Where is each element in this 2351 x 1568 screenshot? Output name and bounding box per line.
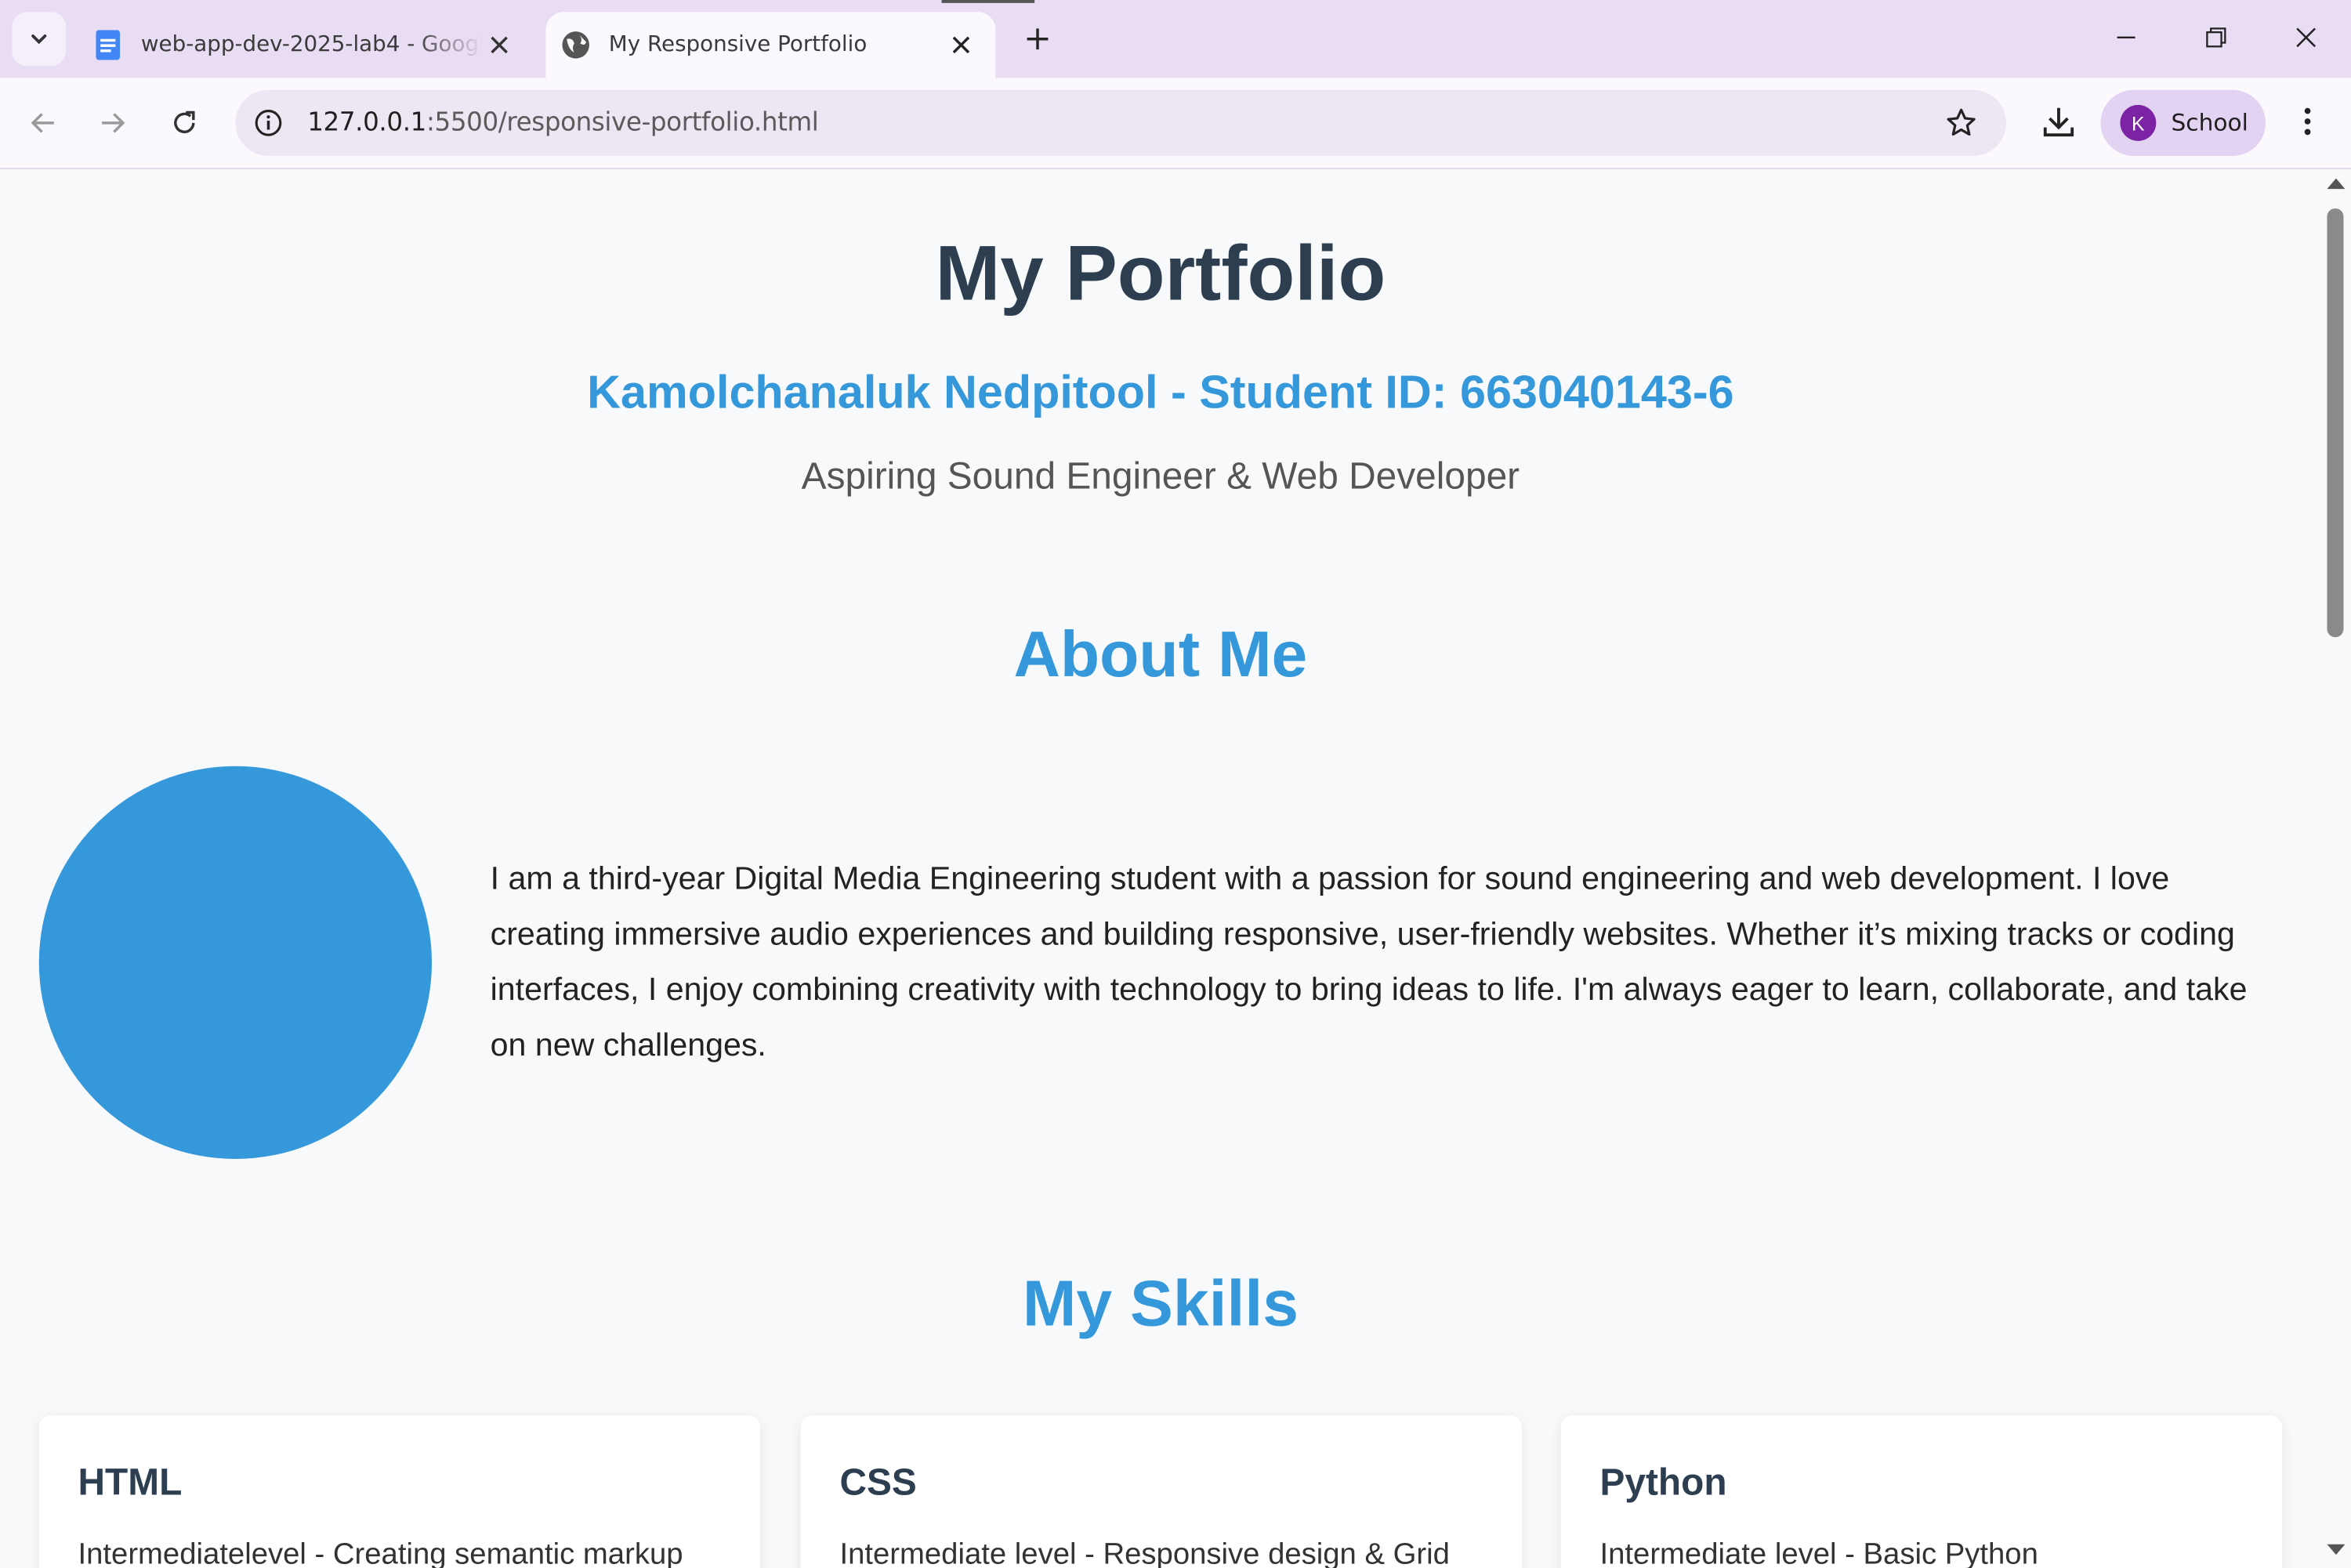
- scroll-down-arrow-icon[interactable]: [2327, 1544, 2346, 1555]
- avatar: K: [2120, 104, 2157, 141]
- skills-heading: My Skills: [1022, 1268, 1299, 1341]
- new-tab-button[interactable]: [1020, 21, 1056, 57]
- profile-button[interactable]: K School: [2100, 89, 2266, 156]
- back-button[interactable]: [20, 99, 67, 147]
- browser-toolbar: 127.0.0.1:5500/responsive-portfolio.html…: [0, 78, 2351, 170]
- skill-desc: Intermediate level - Basic Python: [1599, 1538, 2038, 1568]
- close-icon[interactable]: [944, 28, 977, 61]
- close-icon: [2296, 27, 2317, 48]
- chevron-down-icon: [31, 34, 47, 45]
- about-heading: About Me: [1013, 619, 1308, 692]
- globe-icon: [561, 30, 591, 60]
- bookmark-star-icon[interactable]: [1943, 105, 1980, 141]
- skill-desc: Intermediate level - Responsive design &…: [839, 1538, 1450, 1568]
- reload-icon: [174, 110, 195, 133]
- address-bar[interactable]: 127.0.0.1:5500/responsive-portfolio.html: [235, 89, 2006, 156]
- vertical-scrollbar[interactable]: [2320, 169, 2351, 1568]
- restore-icon: [2206, 27, 2226, 48]
- reload-button[interactable]: [161, 99, 208, 147]
- page-title: My Portfolio: [935, 230, 1386, 318]
- skill-title: CSS: [839, 1461, 917, 1505]
- minimize-button[interactable]: [2103, 15, 2148, 60]
- profile-image-placeholder: [38, 766, 433, 1159]
- url-text: 127.0.0.1:5500/responsive-portfolio.html: [307, 107, 819, 139]
- forward-button[interactable]: [89, 99, 136, 147]
- downloads-button[interactable]: [2036, 99, 2081, 143]
- minimize-icon: [2117, 36, 2135, 38]
- close-window-button[interactable]: [2284, 15, 2328, 60]
- url-host: 127.0.0.1: [307, 107, 426, 139]
- browser-menu-button[interactable]: [2285, 99, 2330, 143]
- scrollbar-thumb[interactable]: [2327, 208, 2344, 638]
- arrow-left-icon: [31, 113, 54, 133]
- skill-card-html: HTML Intermediatelevel - Creating semant…: [38, 1415, 761, 1568]
- tagline: Aspiring Sound Engineer & Web Developer: [801, 455, 1520, 498]
- skill-desc: Intermediatelevel - Creating semantic ma…: [78, 1538, 683, 1568]
- skill-card-css: CSS Intermediate level - Responsive desi…: [800, 1415, 1522, 1568]
- student-name: Kamolchanaluk Nedpitool - Student ID: 66…: [587, 365, 1734, 418]
- plus-icon: [1027, 28, 1049, 50]
- tab-indicator: [941, 0, 1035, 3]
- site-info-icon[interactable]: [251, 105, 287, 141]
- kebab-menu-icon: [2304, 107, 2311, 136]
- close-icon[interactable]: [483, 28, 516, 61]
- skill-title: Python: [1599, 1461, 1727, 1505]
- tab-title: My Responsive Portfolio: [608, 33, 868, 57]
- skill-card-python: Python Intermediate level - Basic Python: [1560, 1415, 2283, 1568]
- profile-name: School: [2171, 109, 2248, 137]
- skill-title: HTML: [78, 1461, 183, 1505]
- about-text: I am a third-year Digital Media Engineer…: [490, 860, 2248, 1063]
- download-icon: [2043, 107, 2074, 137]
- tab-portfolio[interactable]: My Responsive Portfolio: [545, 12, 996, 78]
- tab-title: web-app-dev-2025-lab4 - Google Docs: [140, 33, 483, 57]
- scroll-up-arrow-icon[interactable]: [2327, 178, 2346, 190]
- arrow-right-icon: [102, 113, 125, 133]
- page-viewport: My Portfolio Kamolchanaluk Nedpitool - S…: [0, 169, 2321, 1568]
- tab-strip: web-app-dev-2025-lab4 - Google Docs My R…: [0, 0, 2351, 78]
- tab-google-docs[interactable]: web-app-dev-2025-lab4 - Google Docs: [78, 12, 534, 78]
- google-docs-icon: [93, 30, 123, 60]
- restore-button[interactable]: [2193, 15, 2238, 60]
- tab-search-button[interactable]: [12, 12, 67, 67]
- url-path: :5500/responsive-portfolio.html: [426, 107, 819, 139]
